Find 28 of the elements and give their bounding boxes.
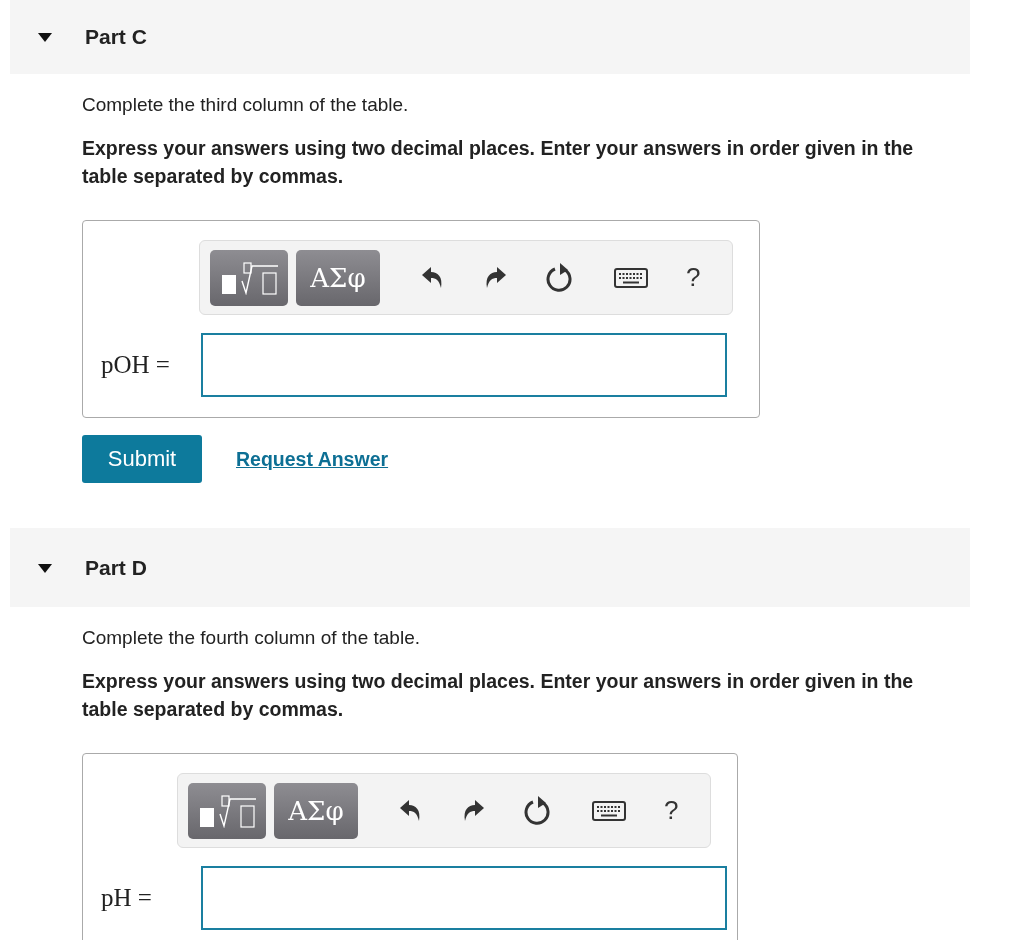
answer-label: pOH =	[100, 351, 171, 379]
keyboard-icon[interactable]	[592, 800, 626, 821]
keyboard-icon[interactable]	[614, 267, 648, 288]
request-answer-link[interactable]: Request Answer	[236, 447, 389, 471]
part-header[interactable]: Part C	[10, 0, 970, 74]
template-button[interactable]	[210, 249, 288, 306]
undo-icon[interactable]	[422, 265, 444, 290]
symbols-button[interactable]: ΑΣφ	[274, 782, 358, 839]
reset-icon[interactable]	[546, 262, 574, 293]
instruction-text: Complete the third column of the table.	[82, 94, 410, 116]
answer-label: pH =	[100, 884, 153, 912]
instruction-text: Express your answers using two decimal places. Enter your answers in order given in the table separated by commas.	[82, 136, 915, 189]
reset-icon[interactable]	[524, 795, 552, 826]
instruction-text: Express your answers using two decimal places. Enter your answers in order given in the table separated by commas.	[82, 669, 915, 722]
template-button[interactable]	[188, 782, 266, 839]
redo-icon[interactable]	[462, 798, 484, 823]
redo-icon[interactable]	[484, 265, 506, 290]
part-title: Part D	[85, 555, 147, 580]
answer-field[interactable]	[201, 333, 727, 397]
part-header[interactable]: Part D	[10, 528, 970, 607]
part-title: Part C	[85, 25, 147, 49]
answer-field[interactable]	[201, 866, 727, 930]
help-button[interactable]: ?	[680, 261, 707, 294]
symbols-button[interactable]: ΑΣφ	[296, 249, 380, 306]
help-button[interactable]: ?	[658, 794, 685, 827]
instruction-text: Complete the fourth column of the table.	[82, 627, 421, 649]
submit-button[interactable]: Submit	[82, 435, 202, 483]
undo-icon[interactable]	[400, 798, 422, 823]
